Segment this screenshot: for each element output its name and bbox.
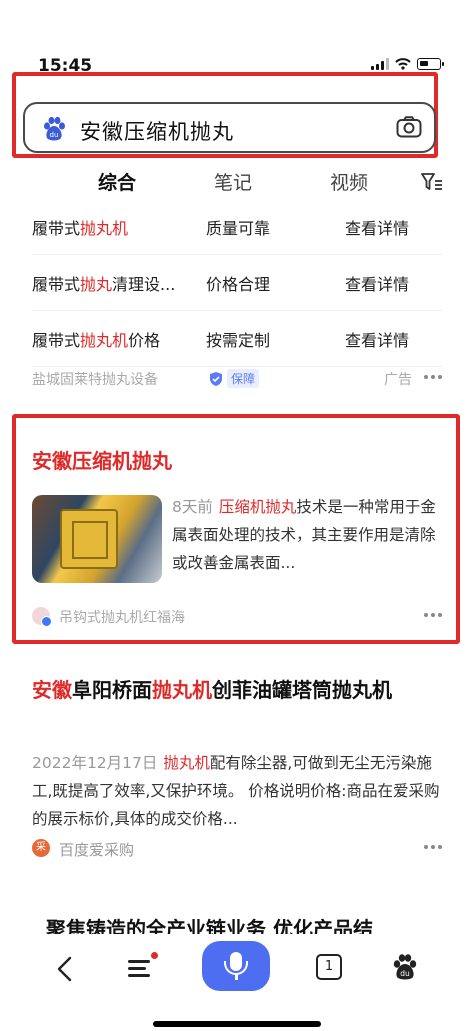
tab-notes[interactable]: 笔记 <box>214 168 252 195</box>
view-details-link[interactable]: 查看详情 <box>345 215 409 239</box>
ad-row[interactable]: 履带式抛丸机 质量可靠 查看详情 <box>32 199 442 255</box>
ad-row-feature: 按需定制 <box>206 331 271 350</box>
search-input[interactable]: du 安徽压缩机抛丸 <box>23 102 436 153</box>
svg-text:du: du <box>400 969 410 978</box>
status-icons <box>371 58 444 70</box>
result-card[interactable]: 安徽阜阳桥面抛丸机创菲油罐塔筒抛丸机 2022年12月17日 抛丸机配有除尘器,可… <box>12 651 458 881</box>
ad-row-title[interactable]: 履带式抛丸机 <box>32 215 128 239</box>
result-snippet: 2022年12月17日 抛丸机配有除尘器,可做到无尘无污染施工,既提高了效率,又保… <box>32 754 440 828</box>
view-details-link[interactable]: 查看详情 <box>345 271 409 295</box>
notification-dot <box>151 952 158 959</box>
home-indicator <box>153 1021 321 1027</box>
guarantee-badge: 保障 <box>208 369 260 388</box>
result-tabs: 综合 笔记 视频 <box>0 162 475 205</box>
baidu-paw-icon: du <box>44 116 65 141</box>
aicaigou-icon: 采 <box>32 839 50 857</box>
ad-row-title[interactable]: 履带式抛丸机价格 <box>32 327 160 351</box>
ad-card: 履带式抛丸机 质量可靠 查看详情 履带式抛丸清理设... 价格合理 查看详情 履… <box>12 199 458 399</box>
result-date: 2022年12月17日 <box>32 754 158 772</box>
ad-row[interactable]: 履带式抛丸机价格 按需定制 查看详情 <box>32 311 442 367</box>
camera-icon[interactable] <box>396 116 422 138</box>
tab-videos[interactable]: 视频 <box>330 168 368 195</box>
status-bar: 15:45 <box>0 0 475 80</box>
battery-icon <box>417 58 444 70</box>
bottom-nav: 1 du <box>0 934 475 1031</box>
more-options-icon[interactable] <box>424 375 442 379</box>
ad-label: 广告 <box>384 372 412 388</box>
view-details-link[interactable]: 查看详情 <box>345 327 409 351</box>
more-options-icon[interactable] <box>424 845 442 849</box>
result-source[interactable]: 百度爱采购 <box>59 839 134 860</box>
tabs-count-button[interactable]: 1 <box>316 954 342 980</box>
signal-icon <box>371 58 389 70</box>
ad-source[interactable]: 盐城固莱特抛丸设备 <box>32 369 158 389</box>
baidu-home-icon[interactable]: du <box>390 952 420 982</box>
shield-check-icon <box>210 371 222 386</box>
ad-row-title[interactable]: 履带式抛丸清理设... <box>32 271 175 295</box>
svg-text:du: du <box>50 131 59 139</box>
tab-comprehensive[interactable]: 综合 <box>98 168 136 195</box>
back-icon[interactable] <box>54 956 76 982</box>
search-query: 安徽压缩机抛丸 <box>80 120 234 144</box>
wifi-icon <box>395 58 411 70</box>
ad-row[interactable]: 履带式抛丸清理设... 价格合理 查看详情 <box>32 255 442 311</box>
result-highlight-frame <box>12 414 460 644</box>
menu-icon[interactable] <box>128 952 158 982</box>
voice-search-button[interactable] <box>202 941 270 991</box>
ad-row-feature: 质量可靠 <box>206 219 271 238</box>
ad-row-feature: 价格合理 <box>206 275 271 294</box>
result-title[interactable]: 安徽阜阳桥面抛丸机创菲油罐塔筒抛丸机 <box>32 673 442 707</box>
filter-icon[interactable] <box>421 172 443 192</box>
